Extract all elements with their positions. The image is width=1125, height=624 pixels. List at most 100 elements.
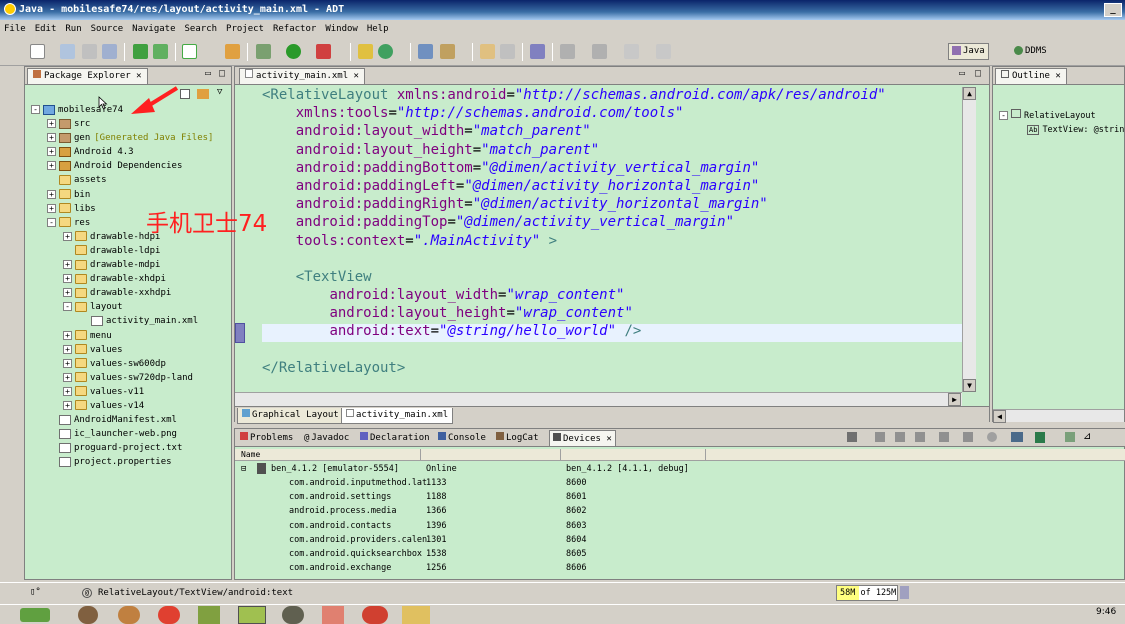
code-line[interactable]: android:text="@string/hello_world" /> [262, 322, 886, 340]
editor-vertical-scrollbar[interactable]: ▲ ▼ [962, 87, 976, 392]
outline-horizontal-scrollbar[interactable]: ◀ [993, 409, 1124, 423]
open-type-icon[interactable] [418, 44, 433, 59]
tree-item[interactable]: + drawable-mdpi [31, 258, 213, 272]
taskbar-app-icon-3[interactable] [198, 606, 220, 624]
expand-icon[interactable]: + [47, 203, 56, 213]
collapse-icon[interactable]: - [63, 302, 72, 312]
view-menu-icon[interactable]: ▽ [217, 87, 222, 97]
save-icon[interactable] [60, 44, 75, 59]
avd-manager-icon[interactable] [153, 44, 168, 59]
expand-icon[interactable]: + [63, 288, 72, 298]
tab-problems[interactable]: Problems [237, 430, 296, 446]
collapse-icon[interactable]: - [47, 217, 56, 227]
minimize-icon[interactable]: ▭ [205, 68, 211, 79]
tree-item[interactable]: proguard-project.txt [31, 441, 213, 455]
editor-horizontal-scrollbar[interactable]: ▶ [235, 392, 962, 406]
process-row[interactable]: com.android.providers.calen 1301 8604 [235, 533, 1125, 547]
taskbar-app-icon-1[interactable] [78, 606, 98, 624]
tree-item[interactable]: project.properties [31, 455, 213, 469]
gl-trace-icon[interactable] [1065, 432, 1075, 442]
tree-item[interactable]: + menu [31, 329, 213, 343]
code-line[interactable]: android:layout_width="wrap_content" [262, 286, 886, 304]
expand-icon[interactable]: + [47, 189, 56, 199]
process-row[interactable]: com.android.exchange 1256 8606 [235, 561, 1125, 575]
taskbar-app-icon-4[interactable] [282, 606, 304, 624]
code-line[interactable]: android:paddingLeft="@dimen/activity_hor… [262, 177, 886, 195]
expand-icon[interactable]: + [47, 147, 56, 157]
maximize-icon[interactable]: □ [219, 68, 225, 79]
save-all-icon[interactable] [82, 44, 97, 59]
tree-item[interactable]: + Android Dependencies [31, 159, 213, 173]
systrace-icon[interactable] [1035, 432, 1045, 443]
code-line[interactable]: </RelativeLayout> [262, 359, 886, 377]
tree-item[interactable]: + drawable-xxhdpi [31, 286, 213, 300]
tree-item[interactable]: + Android 4.3 [31, 145, 213, 159]
maximize-icon[interactable]: □ [975, 68, 981, 79]
new-icon[interactable] [30, 44, 45, 59]
tree-item[interactable]: ic_launcher-web.png [31, 427, 213, 441]
expand-icon[interactable]: + [63, 330, 72, 340]
lint-icon[interactable] [182, 44, 197, 59]
expand-icon[interactable]: + [63, 344, 72, 354]
menu-help[interactable]: Help [367, 24, 389, 34]
outline-item-textview[interactable]: Ab TextView: @strin [999, 123, 1124, 137]
expand-icon[interactable]: + [63, 260, 72, 270]
xml-code[interactable]: <RelativeLayout xmlns:android="http://sc… [262, 86, 886, 377]
dump-hprof-icon[interactable] [895, 432, 905, 442]
close-icon[interactable]: ✕ [136, 71, 141, 81]
link-editor-icon[interactable] [197, 89, 209, 99]
code-line[interactable]: <TextView [262, 268, 886, 286]
tab-declaration[interactable]: Declaration [357, 430, 433, 446]
back-icon[interactable] [624, 44, 639, 59]
process-row[interactable]: com.android.contacts 1396 8603 [235, 519, 1125, 533]
tree-item[interactable]: AndroidManifest.xml [31, 413, 213, 427]
chrome-icon[interactable] [158, 606, 180, 624]
update-heap-icon[interactable] [875, 432, 885, 442]
scroll-right-button[interactable]: ▶ [948, 393, 961, 406]
adt-taskbar-icon[interactable] [238, 606, 266, 624]
screen-capture-icon[interactable] [1011, 432, 1023, 442]
expand-icon[interactable]: + [63, 274, 72, 284]
menu-run[interactable]: Run [65, 24, 81, 34]
cause-gc-icon[interactable] [915, 432, 925, 442]
annotation-icon[interactable] [480, 44, 495, 59]
menu-refactor[interactable]: Refactor [273, 24, 316, 34]
tab-console[interactable]: Console [435, 430, 489, 446]
method-profiling-icon[interactable] [963, 432, 973, 442]
tab-graphical-layout[interactable]: Graphical Layout [237, 408, 344, 424]
process-row[interactable]: com.android.inputmethod.lat 1133 8600 [235, 476, 1125, 490]
code-line[interactable]: android:layout_height="match_parent" [262, 141, 886, 159]
ddms-perspective-button[interactable]: DDMS [1010, 43, 1051, 60]
view-menu-icon[interactable]: ⊿ [1083, 431, 1091, 442]
close-icon[interactable]: ✕ [606, 434, 611, 444]
menu-project[interactable]: Project [226, 24, 264, 34]
device-row[interactable]: ⊟ ben_4.1.2 [emulator-5554] Online ben_4.1.… [235, 462, 1125, 476]
tab-xml-source[interactable]: activity_main.xml [341, 408, 454, 424]
minimize-button[interactable]: _ [1104, 3, 1122, 17]
tab-javadoc[interactable]: @ Javadoc [301, 430, 352, 446]
process-row[interactable]: android.process.media 1366 8602 [235, 504, 1125, 518]
code-line[interactable] [262, 341, 886, 359]
next-annotation-icon[interactable] [560, 44, 575, 59]
network-stats-icon[interactable] [987, 432, 997, 442]
scroll-left-button[interactable]: ◀ [993, 410, 1006, 423]
debug-icon[interactable] [256, 44, 271, 59]
code-line[interactable]: android:paddingBottom="@dimen/activity_v… [262, 159, 886, 177]
search-icon[interactable] [440, 44, 455, 59]
tree-item[interactable]: + values [31, 343, 213, 357]
tree-item[interactable]: + bin [31, 188, 213, 202]
code-line[interactable]: xmlns:tools="http://schemas.android.com/… [262, 104, 886, 122]
outline-item-relativelayout[interactable]: - RelativeLayout [999, 109, 1124, 123]
tab-logcat[interactable]: LogCat [493, 430, 542, 446]
expand-icon[interactable]: + [63, 358, 72, 368]
process-row[interactable]: com.android.quicksearchbox 1538 8605 [235, 547, 1125, 561]
tab-devices[interactable]: Devices ✕ [549, 430, 616, 446]
tree-item[interactable]: + gen [Generated Java Files] [31, 131, 213, 145]
menu-navigate[interactable]: Navigate [132, 24, 175, 34]
android-sdk-icon[interactable] [133, 44, 148, 59]
debug-process-icon[interactable] [847, 432, 857, 442]
close-icon[interactable]: ✕ [1055, 71, 1060, 81]
code-line[interactable]: <RelativeLayout xmlns:android="http://sc… [262, 86, 886, 104]
name-column-header[interactable]: Name [241, 450, 260, 459]
menu-search[interactable]: Search [185, 24, 218, 34]
